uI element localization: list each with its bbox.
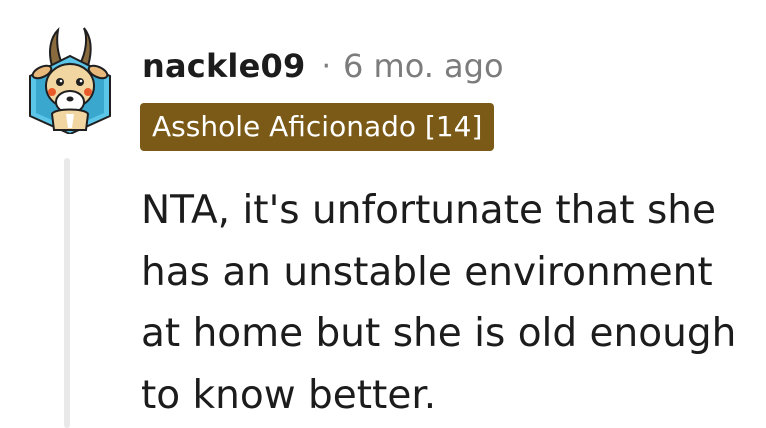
username-link[interactable]: nackle09 xyxy=(142,47,305,85)
comment-body: NTA, it's unfortunate that she has an un… xyxy=(141,188,737,418)
thread-line[interactable] xyxy=(64,158,70,428)
meta-separator: · xyxy=(321,48,331,84)
user-avatar-goat-icon[interactable] xyxy=(22,22,118,134)
comment-timestamp[interactable]: 6 mo. ago xyxy=(343,47,504,85)
user-flair-badge: Asshole Aficionado [14] xyxy=(140,103,495,151)
comment-meta: nackle09 · 6 mo. ago xyxy=(142,44,504,88)
